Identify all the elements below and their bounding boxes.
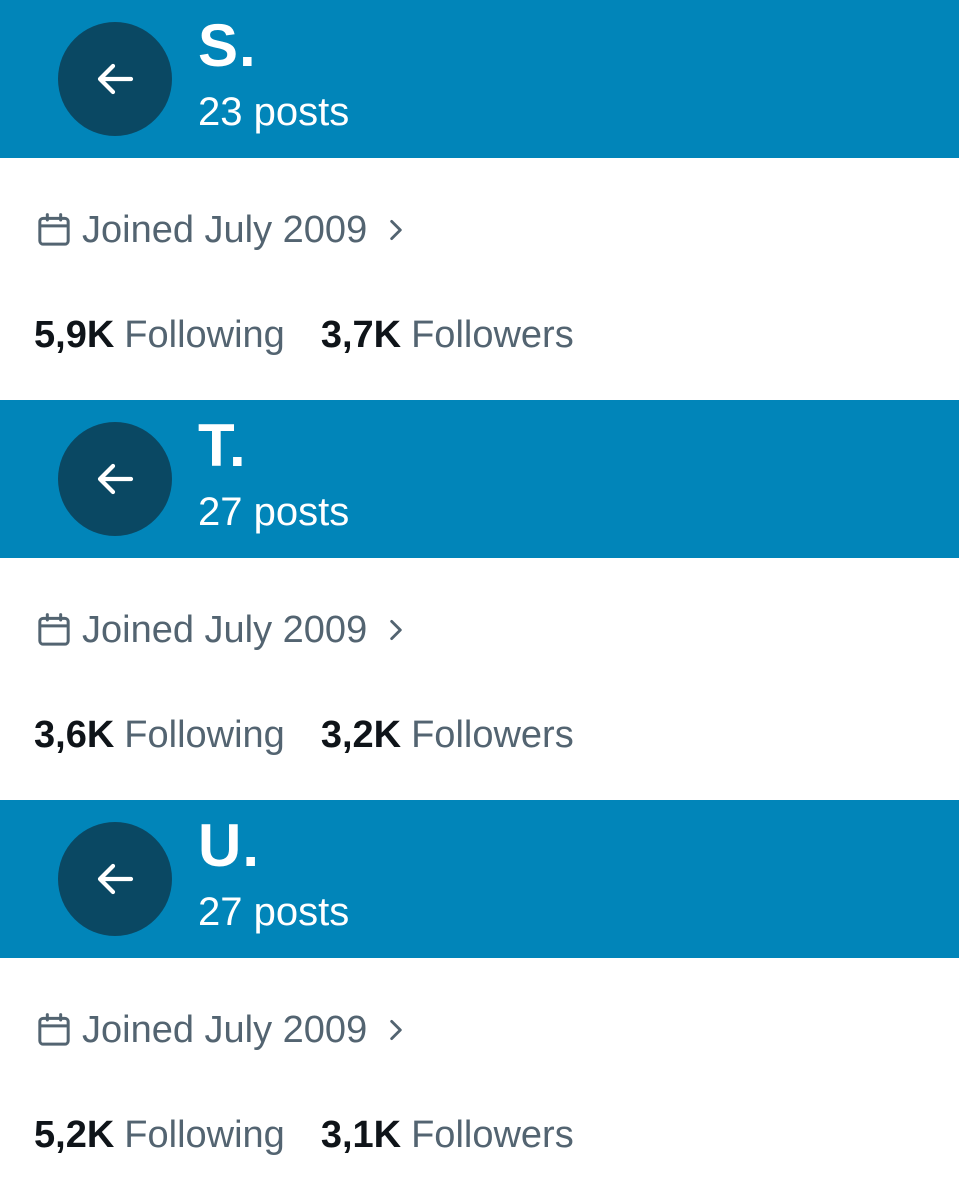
joined-date: Joined July 2009 [82,209,368,251]
followers-count: 3,7K [320,314,402,356]
chevron-right-icon [390,619,402,641]
post-count: 27 posts [198,890,350,934]
profile-panel: S. 23 posts Joined July 2009 5,9K Follow… [0,0,959,400]
chevron-right-icon [390,219,402,241]
follow-stats: 5,2K Following 3,1K Followers [34,1112,574,1158]
following-count: 5,2K [34,1114,115,1156]
back-button[interactable] [58,822,172,936]
profile-header: U. 27 posts [0,800,959,958]
joined-date-row[interactable]: Joined July 2009 [34,208,409,252]
follow-stats: 3,6K Following 3,2K Followers [34,712,574,758]
following-count: 5,9K [34,314,115,356]
follow-stats: 5,9K Following 3,7K Followers [34,312,574,358]
calendar-icon [38,213,70,246]
followers-count: 3,1K [320,1114,402,1156]
calendar-icon [38,1013,70,1046]
profile-header: T. 27 posts [0,400,959,558]
following-label: Following [124,714,285,756]
back-button[interactable] [58,22,172,136]
following-link[interactable]: 5,2K Following [34,1116,285,1154]
following-link[interactable]: 3,6K Following [34,716,285,754]
following-label: Following [124,1114,285,1156]
joined-date: Joined July 2009 [82,1009,368,1051]
followers-link[interactable]: 3,1K Followers [321,1116,574,1154]
joined-date-row[interactable]: Joined July 2009 [34,608,409,652]
followers-link[interactable]: 3,2K Followers [321,716,574,754]
following-link[interactable]: 5,9K Following [34,316,285,354]
calendar-icon [38,613,70,646]
post-count: 23 posts [198,90,350,134]
followers-label: Followers [411,314,574,356]
left-arrow-icon [97,63,134,95]
joined-date-row[interactable]: Joined July 2009 [34,1008,409,1052]
joined-date: Joined July 2009 [82,609,368,651]
followers-label: Followers [411,1114,574,1156]
profile-panel: U. 27 posts Joined July 2009 5,2K Follow… [0,800,959,1200]
post-count: 27 posts [198,490,350,534]
left-arrow-icon [97,463,134,495]
left-arrow-icon [97,863,134,895]
profile-name: U. [198,812,260,879]
profile-panel: T. 27 posts Joined July 2009 3,6K Follow… [0,400,959,800]
back-button[interactable] [58,422,172,536]
chevron-right-icon [390,1019,402,1041]
profile-name: S. [198,12,257,79]
profile-name: T. [198,412,247,479]
followers-link[interactable]: 3,7K Followers [321,316,574,354]
followers-count: 3,2K [320,714,402,756]
following-label: Following [124,314,285,356]
profiles-container: S. 23 posts Joined July 2009 5,9K Follow… [0,0,959,1200]
profile-header: S. 23 posts [0,0,959,158]
followers-label: Followers [411,714,574,756]
following-count: 3,6K [34,714,115,756]
